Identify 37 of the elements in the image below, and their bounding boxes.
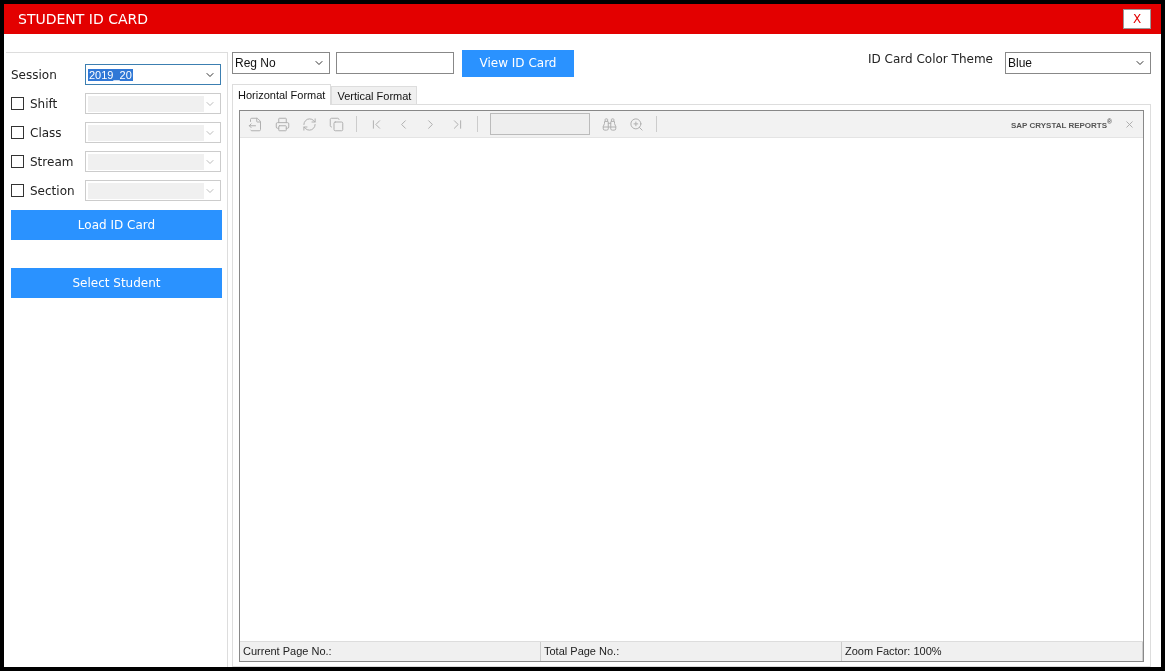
binoculars-icon[interactable] <box>602 116 617 132</box>
filter-dropdown[interactable] <box>85 122 221 143</box>
filter-label: Shift <box>30 96 58 111</box>
filter-dropdown[interactable] <box>85 93 221 114</box>
refresh-icon[interactable] <box>302 116 317 132</box>
filter-dropdown[interactable] <box>85 180 221 201</box>
checkbox[interactable] <box>11 184 24 197</box>
export-icon[interactable] <box>248 116 263 132</box>
zoom-icon[interactable] <box>629 116 644 132</box>
status-text: Total Page No.: <box>541 642 842 661</box>
session-dropdown[interactable]: 2019_20 <box>85 64 221 85</box>
checkbox[interactable] <box>11 97 24 110</box>
status-text: Zoom Factor: 100% <box>842 642 1143 661</box>
checkbox[interactable] <box>11 155 24 168</box>
action-button[interactable]: Load ID Card <box>11 210 222 240</box>
filter-label: Section <box>30 183 75 198</box>
search-field[interactable] <box>336 52 454 74</box>
copy-icon[interactable] <box>329 116 344 132</box>
format-tab[interactable]: Vertical Format <box>331 86 418 104</box>
close-button[interactable]: X <box>1123 9 1151 29</box>
filter-label: Stream <box>30 154 74 169</box>
search-type-dropdown[interactable]: Reg No <box>232 52 330 74</box>
theme-dropdown[interactable]: Blue <box>1005 52 1151 74</box>
format-tab[interactable]: Horizontal Format <box>232 84 332 105</box>
view-id-card-button[interactable]: View ID Card <box>462 49 574 77</box>
filter-label: Class <box>30 125 62 140</box>
page-number-field[interactable] <box>490 113 590 135</box>
filter-dropdown[interactable] <box>85 151 221 172</box>
print-icon[interactable] <box>275 116 290 132</box>
window-title: STUDENT ID CARD <box>18 11 148 27</box>
session-label: Session <box>11 67 57 82</box>
status-text: Current Page No.: <box>240 642 541 661</box>
theme-label: ID Card Color Theme <box>868 52 993 66</box>
action-button[interactable]: Select Student <box>11 268 222 298</box>
brand-text: SAP CRYSTAL REPORTS$^{®}$ <box>1010 118 1112 130</box>
checkbox[interactable] <box>11 126 24 139</box>
close-icon[interactable] <box>1124 118 1135 130</box>
